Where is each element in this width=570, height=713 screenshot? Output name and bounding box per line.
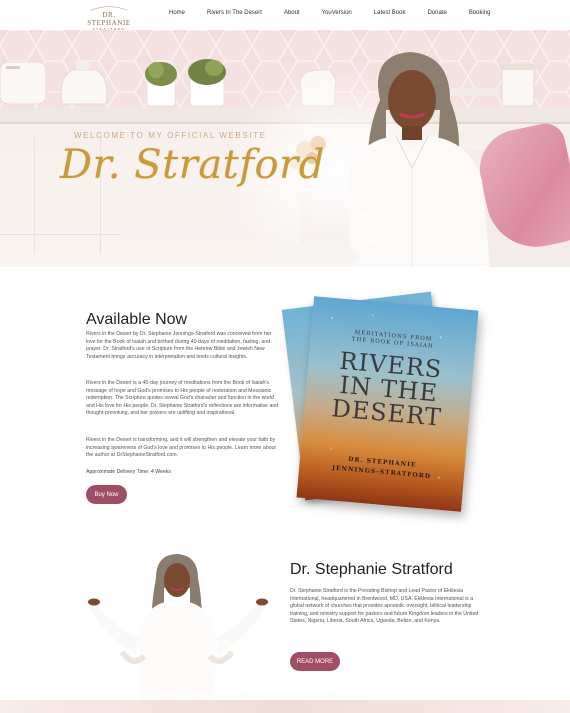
nav-youversion[interactable]: YouVersion [322, 10, 352, 16]
nav-about[interactable]: About [284, 10, 300, 16]
nav-rivers-in-the-desert[interactable]: Rivers In The Desert [207, 10, 262, 16]
site-logo[interactable]: DR. STEPHANIE STRATFORD [86, 5, 132, 31]
top-nav: DR. STEPHANIE STRATFORD Home Rivers In T… [0, 0, 570, 31]
logo-line1: DR. STEPHANIE [87, 11, 131, 27]
available-paragraph-1: Rivers in the Desert by Dr. Stephanie Je… [86, 331, 272, 360]
about-portrait [88, 554, 268, 700]
buy-now-button[interactable]: Buy Now [86, 485, 127, 504]
read-more-button[interactable]: READ MORE [290, 652, 340, 671]
available-paragraph-3: Rivers in the Desert is transforming, an… [86, 437, 276, 458]
nav-latest-book[interactable]: Latest Book [374, 10, 406, 16]
main-menu: Home Rivers In The Desert About YouVersi… [169, 10, 513, 16]
about-paragraph: Dr. Stephanie Stratford is the Presiding… [290, 588, 479, 624]
nav-booking[interactable]: Booking [469, 10, 491, 16]
nav-home[interactable]: Home [169, 10, 185, 16]
delivery-time: Approximate Delivery Time: 4 Weeks [86, 469, 171, 475]
about-heading: Dr. Stephanie Stratford [290, 561, 453, 578]
welcome-heading: WELCOME TO MY OFFICIAL WEBSITE [74, 131, 267, 140]
book-cover[interactable]: MEDITATIONS FROM THE BOOK OF ISAIAH RIVE… [296, 296, 479, 512]
available-paragraph-2: Rivers in the Desert is a 40-day journey… [86, 380, 279, 416]
available-now-heading: Available Now [86, 311, 188, 328]
hero-banner: WELCOME TO MY OFFICIAL WEBSITE Dr. Strat… [0, 30, 570, 267]
signature-script: Dr. Stratford [60, 142, 325, 188]
logo-swash [90, 6, 128, 11]
footer-strip [0, 700, 570, 713]
nav-donate[interactable]: Donate [427, 10, 446, 16]
